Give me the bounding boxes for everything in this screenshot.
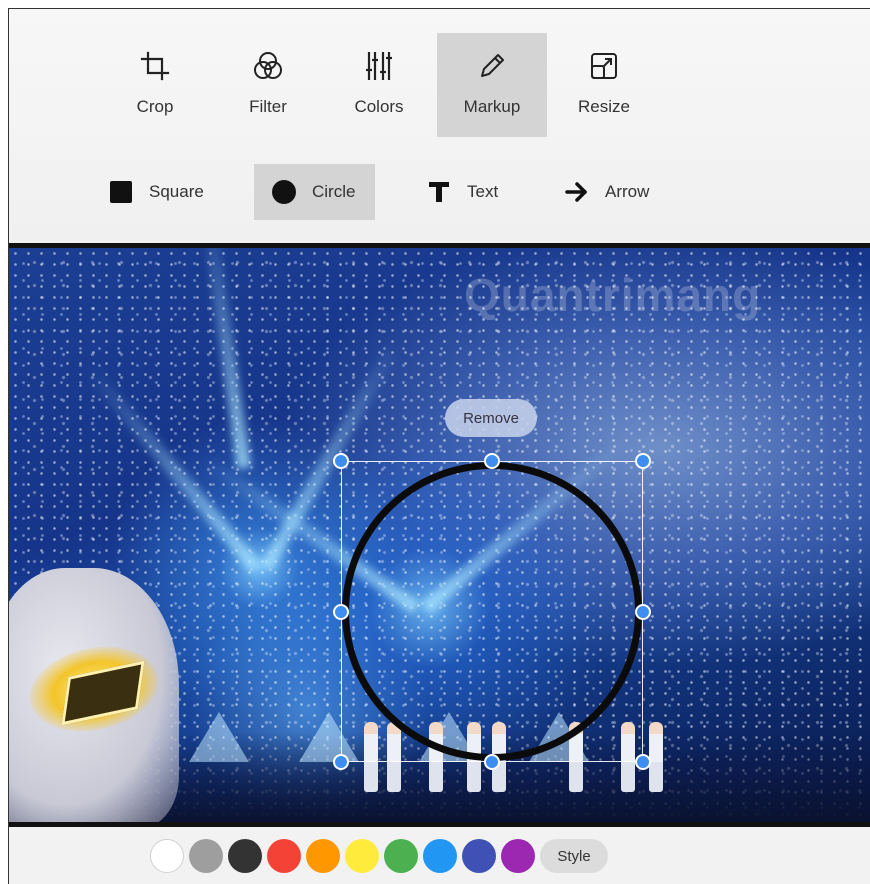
color-swatch[interactable] — [306, 839, 340, 873]
square-icon — [107, 178, 135, 206]
shape-circle[interactable]: Circle — [254, 164, 375, 220]
tool-label: Resize — [578, 97, 630, 116]
tool-filter[interactable]: Filter — [213, 33, 323, 137]
shape-label: Text — [467, 182, 499, 201]
tool-markup[interactable]: Markup — [437, 33, 547, 137]
selection-box[interactable] — [341, 461, 643, 762]
tool-label: Colors — [354, 97, 404, 116]
remove-button[interactable]: Remove — [445, 399, 537, 437]
editor-toolbar: Crop Filter Colors Markup Resize Square … — [9, 9, 870, 243]
resize-handle-top-right[interactable] — [635, 453, 651, 469]
color-swatch[interactable] — [345, 839, 379, 873]
shape-label: Square — [149, 182, 204, 201]
shape-arrow[interactable]: Arrow — [547, 164, 677, 220]
resize-handle-bottom-right[interactable] — [635, 754, 651, 770]
resize-icon — [587, 49, 621, 83]
style-button[interactable]: Style — [540, 839, 608, 873]
image-canvas[interactable]: Quantrimang Remove — [9, 243, 870, 827]
shape-label: Arrow — [605, 182, 650, 201]
sliders-icon — [362, 49, 396, 83]
stage-truss — [189, 712, 249, 762]
shape-square[interactable]: Square — [91, 164, 213, 220]
resize-handle-top[interactable] — [484, 453, 500, 469]
pencil-icon — [475, 49, 509, 83]
filter-icon — [251, 49, 285, 83]
tool-label: Markup — [463, 97, 521, 116]
crop-icon — [138, 49, 172, 83]
color-swatch[interactable] — [384, 839, 418, 873]
shape-label: Circle — [312, 182, 356, 201]
color-palette: Style — [9, 827, 870, 884]
performer — [649, 722, 663, 792]
color-swatch[interactable] — [423, 839, 457, 873]
tool-label: Filter — [249, 97, 287, 116]
resize-handle-bottom-left[interactable] — [333, 754, 349, 770]
circle-icon — [270, 178, 298, 206]
color-swatch[interactable] — [462, 839, 496, 873]
color-swatch[interactable] — [267, 839, 301, 873]
shape-text[interactable]: Text — [409, 164, 519, 220]
tool-label: Crop — [136, 97, 174, 116]
color-swatch[interactable] — [501, 839, 535, 873]
arrow-right-icon — [563, 178, 591, 206]
tool-crop[interactable]: Crop — [100, 33, 210, 137]
color-swatch[interactable] — [150, 839, 184, 873]
text-icon — [425, 178, 453, 206]
resize-handle-right[interactable] — [635, 604, 651, 620]
color-swatch[interactable] — [189, 839, 223, 873]
tool-colors[interactable]: Colors — [324, 33, 434, 137]
tool-resize[interactable]: Resize — [549, 33, 659, 137]
resize-handle-left[interactable] — [333, 604, 349, 620]
resize-handle-top-left[interactable] — [333, 453, 349, 469]
color-swatch[interactable] — [228, 839, 262, 873]
photo-editor: Crop Filter Colors Markup Resize Square … — [8, 8, 870, 884]
resize-handle-bottom[interactable] — [484, 754, 500, 770]
watermark: Quantrimang — [464, 269, 762, 321]
